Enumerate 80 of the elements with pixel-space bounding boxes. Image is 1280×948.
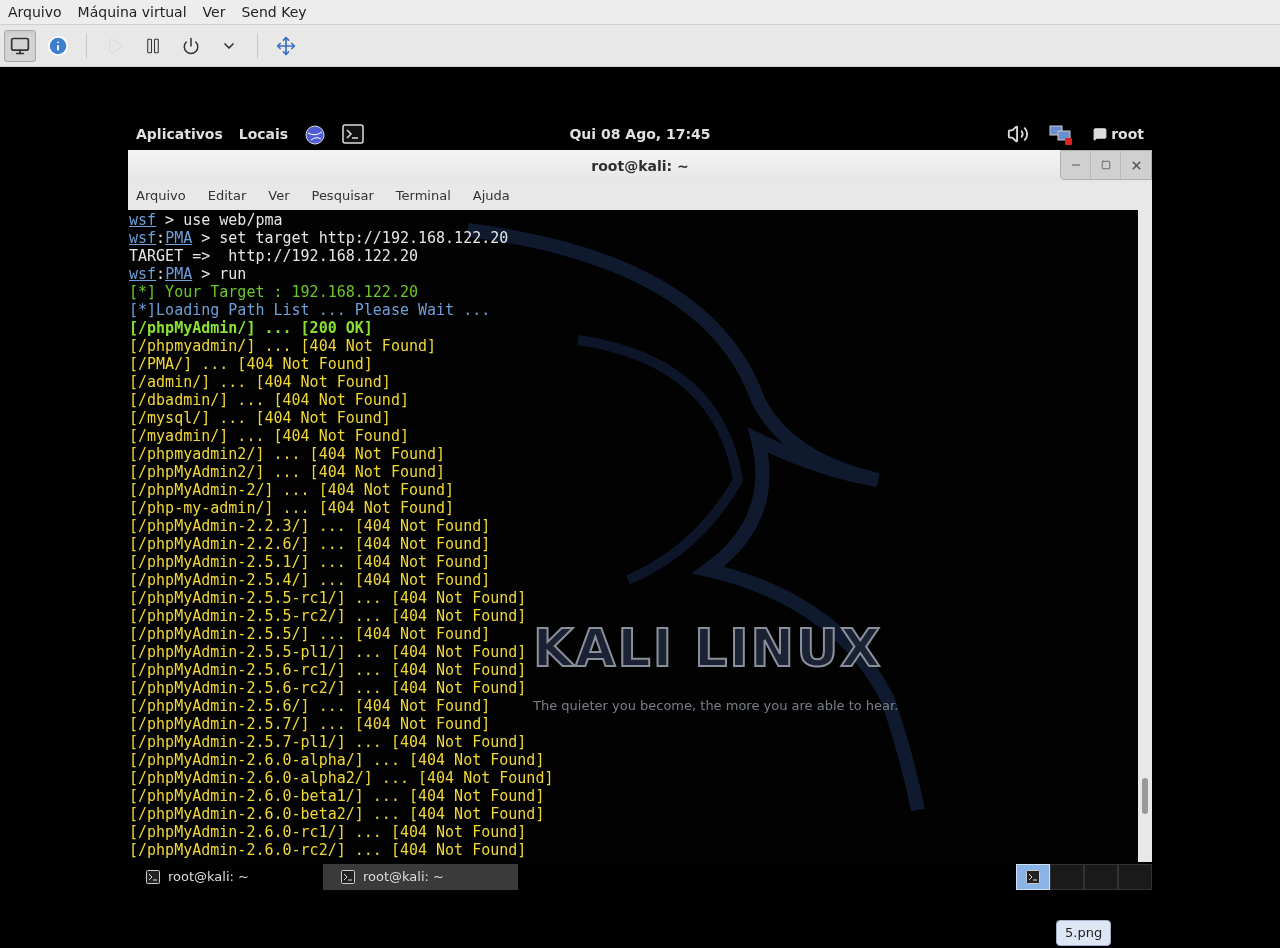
menu-item[interactable]: Ajuda: [472, 186, 510, 206]
pause-icon: [144, 36, 162, 55]
output-line: [/phpMyAdmin-2.6.0-beta1/] ... [404 Not Found]: [129, 787, 545, 805]
output-line: [/phpMyAdmin2/] ... [404 Not Found]: [129, 463, 446, 481]
output-line: [/phpmyadmin2/] ... [404 Not Found]: [129, 445, 446, 463]
output-line: [/phpMyAdmin-2.5.1/] ... [404 Not Found]: [129, 553, 491, 571]
move-icon: [276, 35, 296, 56]
output-line: [/dbadmin/] ... [404 Not Found]: [129, 391, 409, 409]
menu-item[interactable]: Ver: [268, 186, 290, 206]
output-line: [/phpMyAdmin-2.6.0-beta2/] ... [404 Not Found]: [129, 805, 545, 823]
user-name[interactable]: root: [1111, 123, 1144, 145]
output-line: [/phpMyAdmin-2.5.5/] ... [404 Not Found]: [129, 625, 491, 643]
prompt-name: wsf: [129, 265, 157, 283]
command-text: > run: [200, 265, 247, 283]
menu-item[interactable]: Editar: [207, 186, 247, 206]
output-line: [/phpMyAdmin-2.6.0-rc1/] ... [404 Not Found]: [129, 823, 527, 841]
menu-item[interactable]: Send Key: [241, 1, 307, 23]
output-line: [/phpMyAdmin-2.6.0-rc2/] ... [404 Not Found]: [129, 841, 527, 859]
volume-icon[interactable]: [1007, 123, 1030, 145]
command-text: > set target http://192.168.122.20: [200, 229, 509, 247]
output-line: [/phpMyAdmin-2.5.5-pl1/] ... [404 Not Found]: [129, 643, 527, 661]
output-line: [/phpMyAdmin-2.5.7/] ... [404 Not Found]: [129, 715, 491, 733]
panel-menu[interactable]: Locais: [238, 123, 289, 145]
menu-item[interactable]: Máquina virtual: [77, 1, 187, 23]
terminal-icon[interactable]: [342, 124, 365, 144]
tooltip: 5.png: [1056, 920, 1112, 946]
output-line: [/phpMyAdmin-2.5.6/] ... [404 Not Found]: [129, 697, 491, 715]
wallpaper-logo: KALI LINUX: [533, 622, 883, 674]
maximize-icon: [1100, 160, 1111, 170]
info-icon: [47, 34, 69, 57]
output-line: TARGET => http://192.168.122.20: [129, 247, 418, 265]
scrollbar-thumb[interactable]: [1142, 778, 1148, 814]
prompt-name: PMA: [165, 229, 193, 247]
output-line: [/phpmyadmin/] ... [404 Not Found]: [129, 337, 437, 355]
prompt-name: wsf: [129, 211, 157, 229]
terminal-icon: [1026, 870, 1040, 884]
menu-item[interactable]: Terminal: [395, 186, 451, 206]
output-line: [/myadmin/] ... [404 Not Found]: [129, 427, 409, 445]
chat-icon[interactable]: [1093, 127, 1108, 141]
window-title: root@kali: ~: [591, 156, 689, 176]
power-icon: [182, 36, 200, 55]
network-icon[interactable]: [1049, 123, 1074, 145]
output-line: [/phpMyAdmin-2/] ... [404 Not Found]: [129, 481, 455, 499]
output-line: [/phpMyAdmin/] ... [200 OK]: [129, 319, 373, 337]
menu-item[interactable]: Arquivo: [136, 186, 186, 206]
output-line: [/phpMyAdmin-2.2.6/] ... [404 Not Found]: [129, 535, 491, 553]
terminal-icon: [341, 870, 355, 884]
output-line: [/PMA/] ... [404 Not Found]: [129, 355, 373, 373]
scrollbar[interactable]: [1138, 210, 1152, 862]
output-line: [/phpMyAdmin-2.5.5-rc2/] ... [404 Not Found]: [129, 607, 527, 625]
command-text: :: [156, 229, 166, 247]
output-line: [*] Your Target : 192.168.122.20: [129, 283, 418, 301]
output-line: [/phpMyAdmin-2.5.5-rc1/] ... [404 Not Found]: [129, 589, 527, 607]
menu-item[interactable]: Ver: [202, 1, 226, 23]
panel-menu[interactable]: Aplicativos: [136, 123, 223, 145]
output-line: [*]Loading Path List ... Please Wait ...: [129, 301, 491, 319]
clock-text[interactable]: Qui 08 Ago, 17:45: [536, 123, 744, 145]
menu-item[interactable]: Pesquisar: [311, 186, 374, 206]
globe-icon[interactable]: [304, 123, 327, 145]
output-line: [/phpMyAdmin-2.5.7-pl1/] ... [404 Not Found]: [129, 733, 527, 751]
prompt-name: PMA: [165, 265, 193, 283]
terminal-icon: [146, 870, 160, 884]
menu-item[interactable]: Arquivo: [8, 1, 62, 23]
output-line: [/phpMyAdmin-2.2.3/] ... [404 Not Found]: [129, 517, 491, 535]
output-line: [/php-my-admin/] ... [404 Not Found]: [129, 499, 455, 517]
wallpaper-tagline: The quieter you become, the more you are able to hear.: [533, 697, 899, 715]
taskbar-window[interactable]: root@kali: ~: [323, 864, 518, 890]
output-line: [/phpMyAdmin-2.5.6-rc1/] ... [404 Not Found]: [129, 661, 527, 679]
output-line: [/admin/] ... [404 Not Found]: [129, 373, 391, 391]
output-line: [/phpMyAdmin-2.6.0-alpha/] ... [404 Not Found]: [129, 751, 545, 769]
close-icon: [1129, 158, 1143, 172]
command-text: > use web/pma: [164, 211, 283, 229]
output-line: [/mysql/] ... [404 Not Found]: [129, 409, 391, 427]
display-button[interactable]: [4, 29, 36, 62]
output-line: [/phpMyAdmin-2.5.6-rc2/] ... [404 Not Found]: [129, 679, 527, 697]
prompt-name: wsf: [129, 229, 157, 247]
output-line: [/phpMyAdmin-2.6.0-alpha2/] ... [404 Not Found]: [129, 769, 554, 787]
command-text: :: [156, 265, 166, 283]
output-line: [/phpMyAdmin-2.5.4/] ... [404 Not Found]: [129, 571, 491, 589]
monitor-icon: [10, 35, 30, 56]
